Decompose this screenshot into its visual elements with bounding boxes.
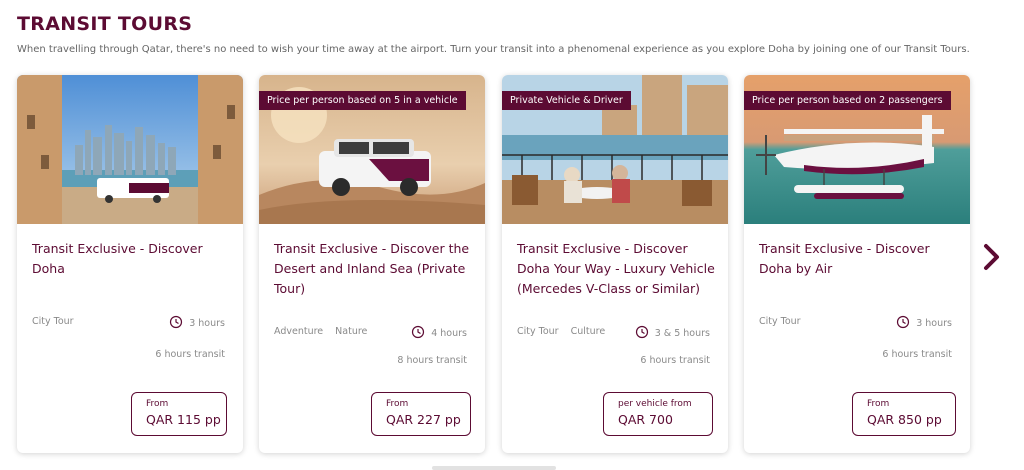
tour-image-desert-suv[interactable]: Price per person based on 5 in a vehicle: [259, 75, 485, 224]
tour-image-doha-skyline[interactable]: [17, 75, 243, 224]
tour-duration: 3 & 5 hours: [635, 325, 710, 342]
price-box[interactable]: per vehicle from QAR 700: [603, 392, 713, 436]
tour-card-doha-your-way[interactable]: Private Vehicle & Driver Transit Exclusi…: [502, 75, 728, 453]
clock-icon: [635, 325, 649, 342]
section-subtitle: When travelling through Qatar, there's n…: [17, 44, 970, 55]
price-box[interactable]: From QAR 227 pp: [371, 392, 471, 436]
price-prefix: From: [146, 399, 169, 409]
tour-image-seaplane[interactable]: Price per person based on 2 passengers: [744, 75, 970, 224]
price-value: QAR 227 pp: [386, 412, 461, 427]
tag-city-tour: City Tour: [517, 326, 559, 337]
transit-requirement: 6 hours transit: [155, 349, 225, 360]
tour-title[interactable]: Transit Exclusive - Discover the Desert …: [274, 239, 474, 299]
chevron-right-icon[interactable]: [980, 242, 1004, 272]
clock-icon: [411, 325, 425, 342]
duration-text: 3 hours: [916, 318, 952, 329]
clock-icon: [169, 315, 183, 332]
duration-text: 4 hours: [431, 328, 467, 339]
price-prefix: From: [386, 399, 409, 409]
price-prefix: From: [867, 399, 890, 409]
tour-duration: 3 hours: [896, 315, 952, 332]
transit-tours-section: TRANSIT TOURS When travelling through Qa…: [0, 0, 1024, 470]
tour-tags: City Tour: [32, 316, 83, 327]
price-value: QAR 700: [618, 412, 673, 427]
tour-image-waterfront-cafe[interactable]: Private Vehicle & Driver: [502, 75, 728, 224]
tour-title[interactable]: Transit Exclusive - Discover Doha: [32, 239, 232, 279]
tour-badge: Price per person based on 5 in a vehicle: [259, 91, 466, 110]
tour-tags: Adventure Nature: [274, 326, 376, 337]
tour-duration: 4 hours: [411, 325, 467, 342]
price-box[interactable]: From QAR 850 pp: [852, 392, 956, 436]
price-value: QAR 115 pp: [146, 412, 221, 427]
tour-tags: City Tour Culture: [517, 326, 614, 337]
price-prefix: per vehicle from: [618, 399, 692, 409]
tour-badge: Private Vehicle & Driver: [502, 91, 631, 110]
tour-tags: City Tour: [759, 316, 810, 327]
tag-culture: Culture: [570, 326, 606, 337]
transit-requirement: 8 hours transit: [397, 355, 467, 366]
transit-requirement: 6 hours transit: [640, 355, 710, 366]
carousel-scrollbar[interactable]: [432, 466, 556, 470]
price-box[interactable]: From QAR 115 pp: [131, 392, 227, 436]
clock-icon: [896, 315, 910, 332]
section-title: TRANSIT TOURS: [17, 13, 193, 35]
tour-card-discover-doha[interactable]: Transit Exclusive - Discover Doha City T…: [17, 75, 243, 453]
tour-title[interactable]: Transit Exclusive - Discover Doha Your W…: [517, 239, 717, 299]
tour-duration: 3 hours: [169, 315, 225, 332]
tag-city-tour: City Tour: [759, 316, 801, 327]
duration-text: 3 & 5 hours: [654, 328, 710, 339]
duration-text: 3 hours: [189, 318, 225, 329]
transit-requirement: 6 hours transit: [882, 349, 952, 360]
tag-adventure: Adventure: [274, 326, 324, 337]
tag-city-tour: City Tour: [32, 316, 74, 327]
tour-badge: Price per person based on 2 passengers: [744, 91, 951, 110]
tour-card-desert-inland-sea[interactable]: Price per person based on 5 in a vehicle…: [259, 75, 485, 453]
tag-nature: Nature: [335, 326, 368, 337]
tour-card-doha-by-air[interactable]: Price per person based on 2 passengers T…: [744, 75, 970, 453]
tour-title[interactable]: Transit Exclusive - Discover Doha by Air: [759, 239, 959, 279]
price-value: QAR 850 pp: [867, 412, 942, 427]
